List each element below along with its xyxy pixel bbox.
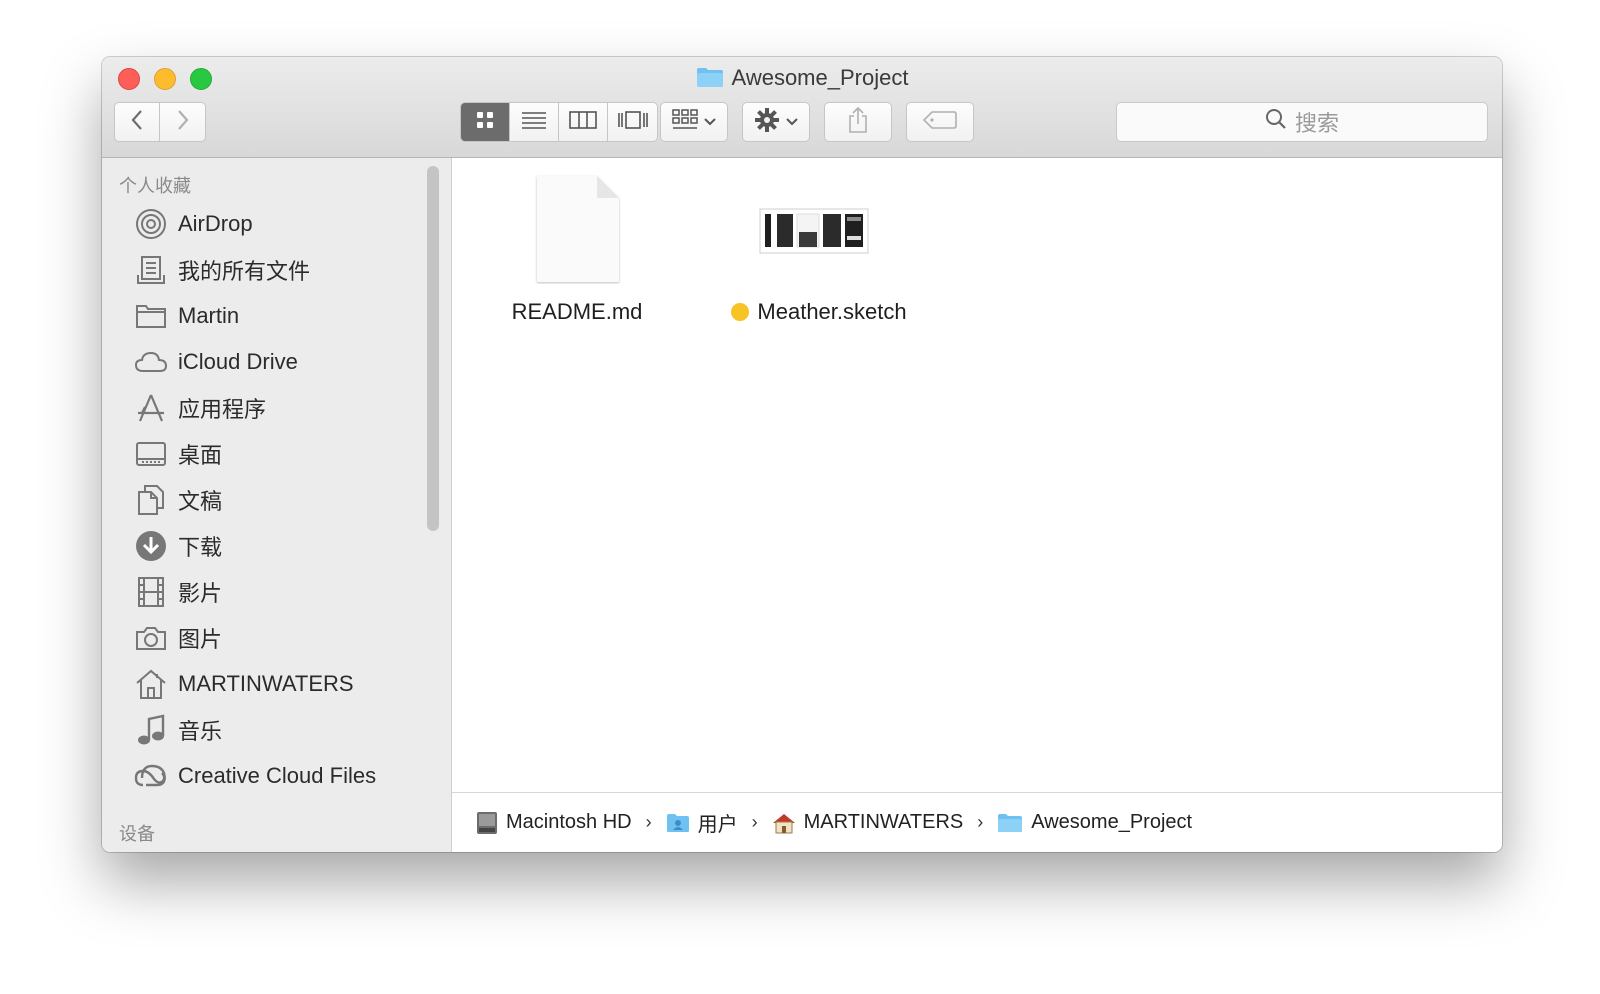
- chevron-left-icon: [130, 109, 144, 136]
- path-crumb-macintosh-hd[interactable]: Macintosh HD: [476, 811, 632, 835]
- folder-icon: [997, 813, 1023, 833]
- file-name: Meather.sketch: [757, 299, 907, 324]
- documents-icon: [134, 483, 168, 517]
- creative-cloud-icon: [134, 759, 168, 793]
- share-icon: [847, 106, 869, 139]
- chevron-right-icon: [176, 109, 190, 136]
- path-crumb-label: MARTINWATERS: [803, 811, 964, 833]
- folder-icon: [696, 66, 724, 94]
- yellow-tag-icon: [731, 303, 750, 321]
- sidebar-item-movies[interactable]: 影片: [134, 572, 222, 612]
- hard-drive-icon: [476, 811, 498, 835]
- movies-icon: [134, 575, 168, 609]
- sidebar-item-label: MARTINWATERS: [178, 671, 354, 696]
- column-view-button[interactable]: [559, 103, 608, 141]
- sidebar-item-label: 影片: [178, 581, 223, 606]
- tags-button[interactable]: [906, 102, 974, 142]
- sidebar-item-label: 音乐: [178, 719, 223, 744]
- folder-icon: [134, 299, 168, 333]
- sidebar-item-airdrop[interactable]: AirDrop: [134, 204, 253, 244]
- users-folder-icon: [666, 813, 690, 833]
- file-item[interactable]: Meather.sketch: [704, 170, 934, 330]
- path-crumb-home[interactable]: MARTINWATERS: [772, 811, 964, 834]
- cloud-icon: [134, 345, 168, 379]
- back-button[interactable]: [114, 102, 160, 142]
- sidebar-item-label: 下载: [178, 535, 223, 560]
- desktop-icon: [134, 437, 168, 471]
- home-icon: [134, 667, 168, 701]
- music-icon: [134, 713, 168, 747]
- sidebar-item-creative-cloud[interactable]: Creative Cloud Files: [134, 756, 376, 796]
- sidebar-item-label: 我的所有文件: [178, 259, 311, 284]
- chevron-down-icon: [786, 113, 798, 131]
- path-crumb-label: 用户: [697, 814, 738, 836]
- cover-flow-view-button[interactable]: [608, 103, 657, 141]
- file-name: README.md: [511, 299, 643, 324]
- path-crumb-label: Awesome_Project: [1031, 811, 1193, 833]
- sidebar-item-label: 桌面: [178, 443, 223, 468]
- sidebar-item-documents[interactable]: 文稿: [134, 480, 222, 520]
- chevron-down-icon: [704, 113, 716, 131]
- action-button[interactable]: [742, 102, 810, 142]
- path-crumb-awesome-project[interactable]: Awesome_Project: [997, 811, 1192, 834]
- sidebar-item-music[interactable]: 音乐: [134, 710, 222, 750]
- window-title: Awesome_Project: [102, 65, 1502, 94]
- sidebar-item-label: 应用程序: [178, 397, 267, 422]
- applications-icon: [134, 391, 168, 425]
- columns-icon: [569, 110, 597, 135]
- file-name-row: Meather.sketch: [704, 299, 934, 325]
- grid-icon: [475, 110, 495, 135]
- path-separator: ›: [645, 812, 652, 832]
- sidebar-item-all-files[interactable]: 我的所有文件: [134, 250, 310, 290]
- tag-icon: [922, 110, 957, 134]
- home-icon: [772, 812, 796, 834]
- sidebar: 个人收藏 AirDrop 我的所有文件 Martin iCloud Drive …: [102, 158, 452, 852]
- arrange-grid-icon: [672, 108, 698, 136]
- forward-button[interactable]: [160, 102, 206, 142]
- sidebar-item-label: Creative Cloud Files: [178, 763, 377, 788]
- sidebar-header-favorites: 个人收藏: [119, 176, 191, 196]
- sidebar-item-martin[interactable]: Martin: [134, 296, 239, 336]
- path-crumb-users[interactable]: 用户: [666, 808, 738, 837]
- file-item[interactable]: README.md: [492, 170, 662, 330]
- airdrop-icon: [134, 207, 168, 241]
- path-crumb-label: Macintosh HD: [506, 811, 632, 833]
- sidebar-item-label: iCloud Drive: [178, 349, 298, 374]
- share-button[interactable]: [824, 102, 892, 142]
- list-view-button[interactable]: [510, 103, 559, 141]
- sidebar-item-label: AirDrop: [178, 211, 253, 236]
- all-files-icon: [134, 253, 168, 287]
- sidebar-item-icloud-drive[interactable]: iCloud Drive: [134, 342, 298, 382]
- sidebar-item-desktop[interactable]: 桌面: [134, 434, 222, 474]
- path-separator: ›: [977, 812, 984, 832]
- search-field[interactable]: 搜索: [1116, 102, 1488, 142]
- sidebar-scrollbar[interactable]: [427, 166, 439, 531]
- sketch-thumbnail-icon: [759, 208, 869, 260]
- search-placeholder: 搜索: [1294, 111, 1339, 136]
- sidebar-item-pictures[interactable]: 图片: [134, 618, 222, 658]
- path-bar: Macintosh HD › 用户 › MARTINWATERS › Aweso…: [452, 792, 1502, 852]
- camera-icon: [134, 621, 168, 655]
- view-mode-control: [460, 102, 658, 142]
- file-area: README.md Meather.sketch: [452, 158, 1502, 792]
- download-icon: [134, 529, 168, 563]
- gear-icon: [754, 107, 780, 138]
- finder-window: Awesome_Project 搜索 个人收藏 AirDrop 我的所有文件 M…: [102, 57, 1502, 852]
- icon-view-button[interactable]: [461, 103, 510, 141]
- sidebar-item-applications[interactable]: 应用程序: [134, 388, 266, 428]
- sidebar-item-label: 图片: [178, 627, 223, 652]
- titlebar: Awesome_Project 搜索: [102, 57, 1502, 158]
- cover-flow-icon: [617, 110, 649, 135]
- arrange-button[interactable]: [660, 102, 728, 142]
- sidebar-item-label: 文稿: [178, 489, 223, 514]
- document-icon: [535, 174, 621, 290]
- sidebar-header-devices: 设备: [119, 824, 155, 844]
- sidebar-item-label: Martin: [178, 303, 240, 328]
- search-icon: [1265, 108, 1287, 136]
- window-title-text: Awesome_Project: [731, 65, 909, 90]
- sidebar-item-home[interactable]: MARTINWATERS: [134, 664, 354, 704]
- path-separator: ›: [751, 812, 758, 832]
- list-icon: [521, 111, 547, 134]
- sidebar-item-downloads[interactable]: 下载: [134, 526, 222, 566]
